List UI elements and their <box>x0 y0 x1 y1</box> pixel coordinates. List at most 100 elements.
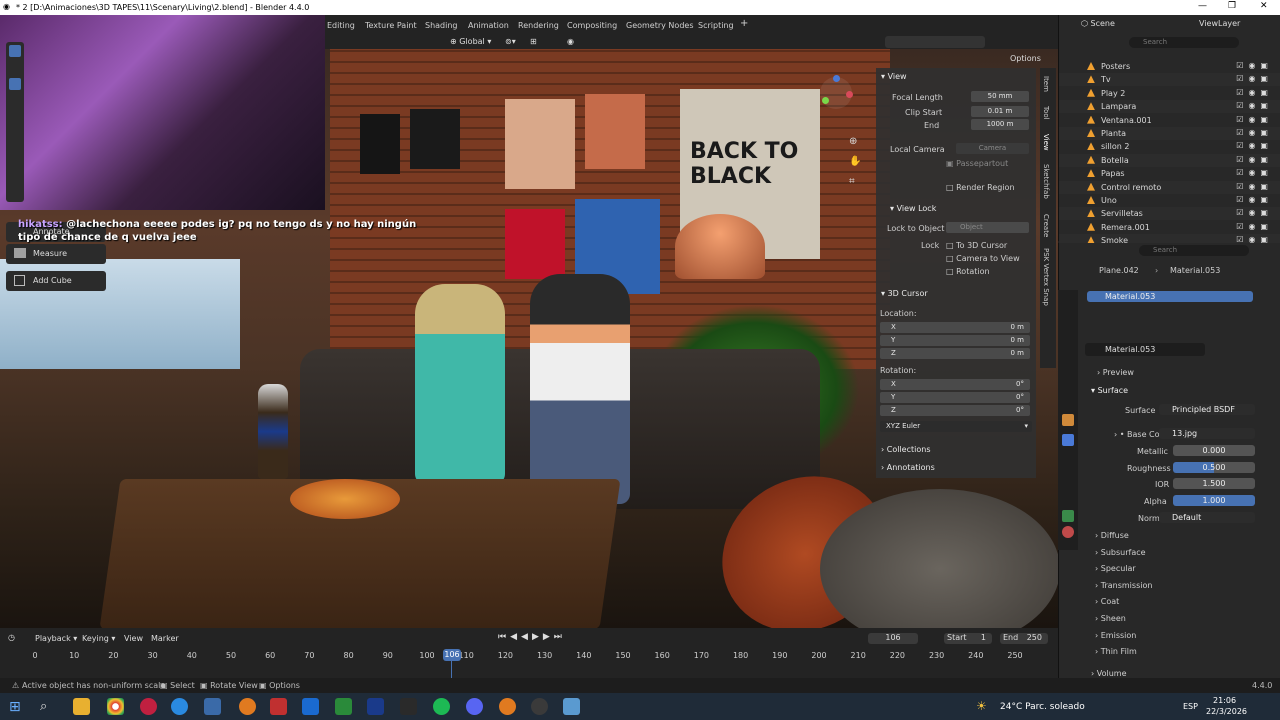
outliner-row[interactable]: Posters ☑◉▣ <box>1059 60 1280 73</box>
visibility-toggles[interactable]: ☑◉▣ <box>1236 195 1273 204</box>
rotation-mode-dropdown[interactable]: XYZ Euler ▾ <box>880 421 1032 432</box>
section-subsurface[interactable]: › Subsurface <box>1095 548 1146 557</box>
outliner-row[interactable]: Papas ☑◉▣ <box>1059 167 1280 180</box>
cursor-rotation-y[interactable]: Y 0° <box>880 392 1030 403</box>
chrome-icon[interactable] <box>107 698 124 715</box>
file-explorer-icon[interactable] <box>73 698 90 715</box>
ior-field[interactable]: 1.500 <box>1173 478 1255 489</box>
navigation-gizmo[interactable] <box>820 75 853 109</box>
object-tab-icon[interactable] <box>1062 414 1074 426</box>
view-panel-header[interactable]: ▾ View <box>881 72 907 81</box>
outliner-row[interactable]: Uno ☑◉▣ <box>1059 194 1280 207</box>
add-cube-tool[interactable]: Add Cube <box>6 271 106 291</box>
visibility-toggles[interactable]: ☑◉▣ <box>1236 222 1273 231</box>
material-selector[interactable]: Material.053 <box>1085 343 1205 356</box>
tool-shelf[interactable] <box>6 42 24 202</box>
clock-date[interactable]: 22/3/2026 <box>1206 707 1247 716</box>
opera-icon[interactable] <box>140 698 157 715</box>
section-coat[interactable]: › Coat <box>1095 597 1119 606</box>
tab-sketchfab[interactable]: Sketchfab <box>1042 164 1050 199</box>
visibility-toggles[interactable]: ☑◉▣ <box>1236 61 1273 70</box>
3d-cursor-header[interactable]: ▾ 3D Cursor <box>881 289 928 298</box>
discord-icon[interactable] <box>466 698 483 715</box>
section-sheen[interactable]: › Sheen <box>1095 614 1126 623</box>
tab-create[interactable]: Create <box>1042 214 1050 237</box>
outliner-row[interactable]: Control remoto ☑◉▣ <box>1059 180 1280 194</box>
visibility-toggles[interactable]: ☑◉▣ <box>1236 168 1273 177</box>
alpha-slider[interactable]: 1.000 <box>1173 495 1255 506</box>
app-icon[interactable] <box>563 698 580 715</box>
material-tab-icon[interactable] <box>1062 526 1074 538</box>
outliner-row[interactable]: Ventana.001 ☑◉▣ <box>1059 114 1280 127</box>
current-frame-field[interactable]: 106 <box>868 633 918 644</box>
tab-editing[interactable]: Editing <box>327 21 355 30</box>
tab-item[interactable]: Item <box>1042 76 1050 92</box>
tab-compositing[interactable]: Compositing <box>567 21 617 30</box>
visibility-toggles[interactable]: ☑◉▣ <box>1236 155 1273 164</box>
snap-icon[interactable]: ⊞ <box>530 37 537 46</box>
viewport-nav-buttons[interactable]: ⊕ ✋ ⌗ <box>849 132 861 202</box>
minimize-button[interactable]: — <box>1198 1 1207 11</box>
tab-tool[interactable]: Tool <box>1042 106 1050 120</box>
obs-icon[interactable] <box>531 698 548 715</box>
tab-view[interactable]: View <box>1042 134 1050 151</box>
section-thin-film[interactable]: › Thin Film <box>1095 647 1137 656</box>
search-icon[interactable]: ⌕ <box>40 699 47 714</box>
roughness-slider[interactable]: 0.500 <box>1173 462 1255 473</box>
tab-texture-paint[interactable]: Texture Paint <box>365 21 417 30</box>
start-frame-field[interactable]: Start 1 <box>944 633 992 644</box>
tab-rendering[interactable]: Rendering <box>518 21 559 30</box>
camera-to-view-checkbox[interactable]: □ Camera to View <box>946 254 1020 263</box>
keying-menu[interactable]: Keying ▾ <box>82 634 115 643</box>
tab-geometry-nodes[interactable]: Geometry Nodes <box>626 21 693 30</box>
view-lock-header[interactable]: ▾ View Lock <box>890 204 936 213</box>
tab-psk-vertex-snap[interactable]: PSK Vertex Snap <box>1042 248 1050 306</box>
collections-header[interactable]: › Collections <box>881 445 931 454</box>
volume-panel-header[interactable]: › Volume <box>1091 669 1127 678</box>
lock-rotation-checkbox[interactable]: □ Rotation <box>946 267 990 276</box>
cursor-rotation-x[interactable]: X 0° <box>880 379 1030 390</box>
modifier-tab-icon[interactable] <box>1062 434 1074 446</box>
transform-orientation[interactable]: ⊕ Global ▾ <box>450 37 491 46</box>
tab-scripting[interactable]: Scripting <box>698 21 734 30</box>
metallic-slider[interactable]: 0.000 <box>1173 445 1255 456</box>
render-region-checkbox[interactable]: □ Render Region <box>946 183 1015 192</box>
clock-time[interactable]: 21:06 <box>1213 696 1236 705</box>
camera-icon[interactable]: ⌗ <box>849 172 861 192</box>
vegas-icon[interactable] <box>367 698 384 715</box>
scene-selector[interactable]: ⬡ Scene <box>1081 19 1115 28</box>
outliner-row[interactable]: Remera.001 ☑◉▣ <box>1059 221 1280 234</box>
playback-controls[interactable]: ⏮◀◀▶▶⏭ <box>498 632 566 642</box>
section-diffuse[interactable]: › Diffuse <box>1095 531 1129 540</box>
view-layer-selector[interactable]: ViewLayer <box>1199 19 1240 28</box>
outliner-row[interactable]: Lampara ☑◉▣ <box>1059 100 1280 114</box>
properties-tabs[interactable] <box>1058 290 1078 550</box>
visibility-toggles[interactable]: ☑◉▣ <box>1236 115 1273 124</box>
clip-end-field[interactable]: 1000 m <box>971 119 1029 130</box>
material-slot-item[interactable]: Material.053 <box>1087 291 1253 302</box>
surface-panel-header[interactable]: ▾ Surface <box>1091 386 1128 395</box>
passepartout-checkbox[interactable]: ▣ Passepartout <box>946 159 1008 168</box>
visibility-toggles[interactable]: ☑◉▣ <box>1236 101 1273 110</box>
properties-search-input[interactable]: Search <box>1139 245 1249 256</box>
move-tool-icon[interactable] <box>9 78 21 90</box>
visibility-toggles[interactable]: ☑◉▣ <box>1236 208 1273 217</box>
app-icon[interactable] <box>302 698 319 715</box>
camera-field[interactable]: Camera <box>956 143 1029 154</box>
base-color-field[interactable]: 13.jpg <box>1159 428 1255 439</box>
section-specular[interactable]: › Specular <box>1095 564 1136 573</box>
cursor-location-y[interactable]: Y0 m <box>880 335 1030 346</box>
view-menu[interactable]: View <box>124 634 143 643</box>
outliner-row[interactable]: Botella ☑◉▣ <box>1059 153 1280 167</box>
end-frame-field[interactable]: End 250 <box>1000 633 1048 644</box>
pycharm-icon[interactable] <box>335 698 352 715</box>
tab-shading[interactable]: Shading <box>425 21 458 30</box>
measure-tool[interactable]: Measure <box>6 244 106 264</box>
proportional-icon[interactable]: ◉ <box>567 37 574 46</box>
maximize-button[interactable]: ❐ <box>1228 1 1236 11</box>
normal-field[interactable]: Default <box>1159 512 1255 523</box>
focal-length-field[interactable]: 50 mm <box>971 91 1029 102</box>
close-button[interactable]: ✕ <box>1260 1 1268 11</box>
outliner-search-input[interactable]: Search <box>1129 37 1239 48</box>
outliner-row[interactable]: sillon 2 ☑◉▣ <box>1059 140 1280 153</box>
